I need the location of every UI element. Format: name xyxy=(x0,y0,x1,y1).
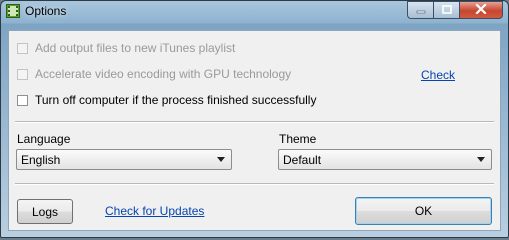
title-bar[interactable]: Options xyxy=(1,1,508,22)
maximize-button[interactable] xyxy=(433,1,459,19)
chevron-down-icon xyxy=(477,157,485,162)
language-label: Language xyxy=(17,132,71,146)
close-button[interactable] xyxy=(459,1,503,19)
theme-selected-value: Default xyxy=(283,152,322,167)
separator xyxy=(15,183,494,185)
ok-button[interactable]: OK xyxy=(355,197,492,225)
itunes-option: Add output files to new iTunes playlist xyxy=(17,41,235,55)
window-controls xyxy=(407,1,503,19)
language-selected-value: English xyxy=(21,152,61,167)
close-icon xyxy=(475,1,487,19)
maximize-icon xyxy=(441,1,452,19)
minimize-button[interactable] xyxy=(407,1,433,19)
shutdown-option: Turn off computer if the process finishe… xyxy=(17,93,316,107)
shutdown-checkbox[interactable] xyxy=(17,94,28,106)
shutdown-label: Turn off computer if the process finishe… xyxy=(35,93,317,107)
language-select[interactable]: English xyxy=(16,149,232,170)
gpu-option: Accelerate video encoding with GPU techn… xyxy=(17,67,291,81)
options-window: Options Add output files to new iTunes p… xyxy=(0,0,509,238)
separator xyxy=(15,121,494,123)
dialog-client-area: Add output files to new iTunes playlist … xyxy=(8,30,501,231)
app-film-icon xyxy=(6,4,20,18)
gpu-label: Accelerate video encoding with GPU techn… xyxy=(35,67,292,81)
minimize-icon xyxy=(416,1,426,19)
itunes-label: Add output files to new iTunes playlist xyxy=(35,41,236,55)
check-for-updates-link[interactable]: Check for Updates xyxy=(105,204,204,218)
logs-button[interactable]: Logs xyxy=(17,199,73,224)
gpu-checkbox[interactable] xyxy=(17,68,28,80)
gpu-check-link[interactable]: Check xyxy=(421,68,455,82)
theme-select[interactable]: Default xyxy=(278,149,492,170)
theme-label: Theme xyxy=(279,132,317,146)
window-title: Options xyxy=(25,4,67,18)
chevron-down-icon xyxy=(217,157,225,162)
itunes-checkbox[interactable] xyxy=(17,42,28,54)
